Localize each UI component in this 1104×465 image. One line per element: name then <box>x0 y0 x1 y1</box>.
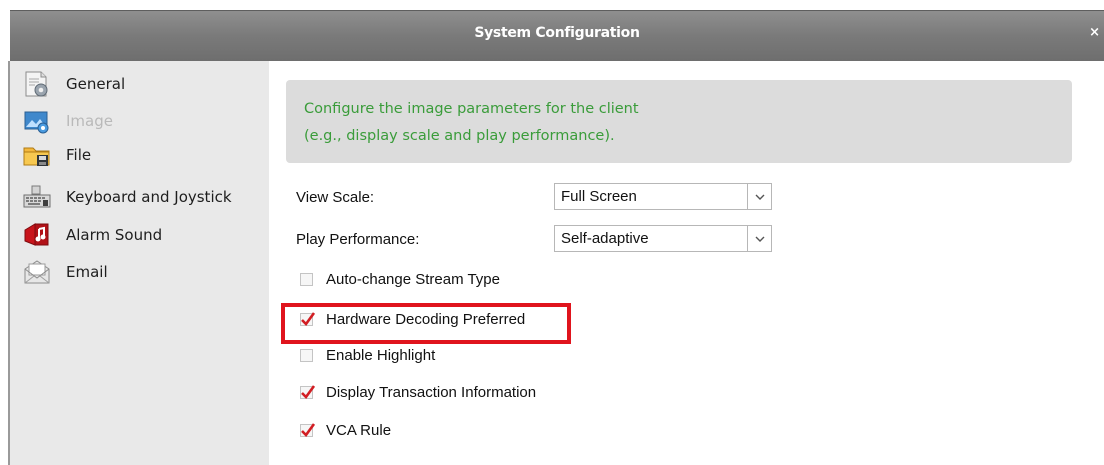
sidebar-item-label: Image <box>66 112 113 130</box>
sidebar-item-general[interactable]: General <box>22 69 125 99</box>
chevron-down-icon <box>755 188 765 206</box>
auto-change-stream-type-checkbox[interactable] <box>300 272 313 286</box>
view-scale-select[interactable]: Full Screen <box>554 183 772 210</box>
image-settings-panel: Configure the image parameters for the c… <box>269 61 1104 465</box>
sidebar-item-image[interactable]: Image <box>22 106 113 136</box>
system-configuration-window: System Configuration × General Image Fil… <box>0 0 1104 465</box>
play-performance-value: Self-adaptive <box>561 230 649 247</box>
info-line-1: Configure the image parameters for the c… <box>304 101 639 117</box>
folder-icon <box>22 141 52 169</box>
chevron-down-icon <box>755 230 765 248</box>
sidebar: General Image File Keyboard and Joystick… <box>10 61 269 465</box>
vca-rule-checkbox[interactable] <box>300 422 316 437</box>
vca-rule-checkbox-row[interactable]: VCA Rule <box>300 419 391 441</box>
title-bar[interactable]: System Configuration × <box>10 10 1104 61</box>
checkmark-icon <box>301 311 316 326</box>
checkbox-label: Display Transaction Information <box>326 383 537 401</box>
play-performance-dropdown-button[interactable] <box>747 226 771 251</box>
checkbox-label: Auto-change Stream Type <box>326 270 500 288</box>
checkbox-label: Hardware Decoding Preferred <box>326 310 526 328</box>
hardware-decoding-preferred-checkbox-row[interactable]: Hardware Decoding Preferred <box>300 308 525 330</box>
email-icon <box>22 258 52 286</box>
hardware-decoding-preferred-checkbox[interactable] <box>300 311 316 326</box>
view-scale-value: Full Screen <box>561 188 637 205</box>
close-button[interactable]: × <box>1089 25 1100 40</box>
window-title: System Configuration <box>474 25 640 41</box>
enable-highlight-checkbox[interactable] <box>300 348 313 362</box>
display-transaction-information-checkbox[interactable] <box>300 384 316 399</box>
alarm-sound-icon <box>22 221 52 249</box>
info-box: Configure the image parameters for the c… <box>286 80 1072 163</box>
enable-highlight-checkbox-row[interactable]: Enable Highlight <box>300 344 435 366</box>
display-transaction-information-checkbox-row[interactable]: Display Transaction Information <box>300 381 536 403</box>
play-performance-select[interactable]: Self-adaptive <box>554 225 772 252</box>
checkmark-icon <box>301 422 316 437</box>
sidebar-item-email[interactable]: Email <box>22 257 108 287</box>
info-line-2: (e.g., display scale and play performanc… <box>304 128 615 144</box>
checkmark-icon <box>301 384 316 399</box>
top-strip <box>0 0 1104 10</box>
view-scale-dropdown-button[interactable] <box>747 184 771 209</box>
general-settings-icon <box>22 70 52 98</box>
view-scale-label: View Scale: <box>296 189 375 206</box>
sidebar-item-label: General <box>66 75 126 93</box>
play-performance-label: Play Performance: <box>296 231 420 248</box>
image-icon <box>22 107 52 135</box>
checkbox-label: Enable Highlight <box>326 346 436 364</box>
sidebar-item-label: Email <box>66 263 108 281</box>
sidebar-item-keyboard-and-joystick[interactable]: Keyboard and Joystick <box>22 182 232 212</box>
sidebar-item-alarm-sound[interactable]: Alarm Sound <box>22 220 162 250</box>
sidebar-item-file[interactable]: File <box>22 140 91 170</box>
sidebar-item-label: File <box>66 146 92 164</box>
checkbox-label: VCA Rule <box>326 421 392 439</box>
sidebar-item-label: Alarm Sound <box>66 226 163 244</box>
keyboard-icon <box>22 183 52 211</box>
auto-change-stream-type-checkbox-row[interactable]: Auto-change Stream Type <box>300 268 500 290</box>
sidebar-item-label: Keyboard and Joystick <box>66 188 232 206</box>
